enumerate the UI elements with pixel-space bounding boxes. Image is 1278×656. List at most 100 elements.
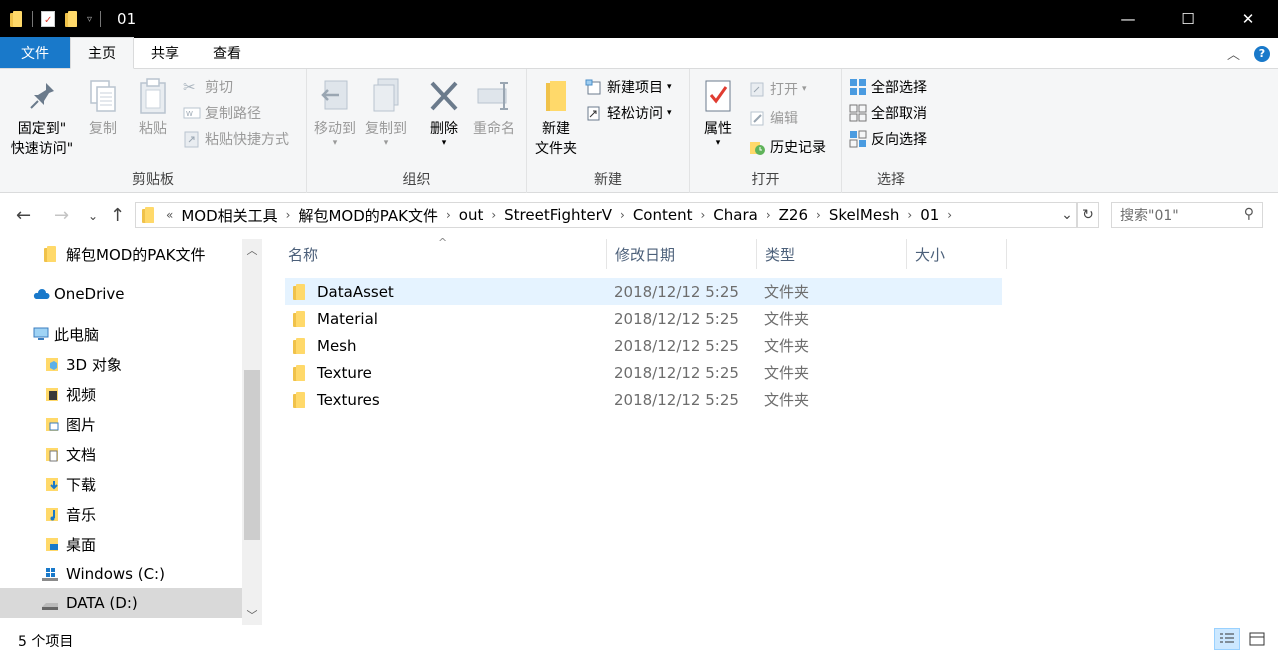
cut-button[interactable]: ✂ 剪切 — [183, 75, 233, 99]
scroll-down-chevron-icon[interactable]: ﹀ — [242, 607, 262, 623]
recent-locations-chevron-icon[interactable]: ⌄ — [88, 209, 98, 223]
maximize-button[interactable]: ☐ — [1158, 0, 1218, 38]
nav-item-drive-c[interactable]: Windows (C:) — [0, 559, 242, 589]
search-input[interactable]: 搜索"01" ⚲ — [1111, 202, 1263, 228]
nav-item-drive-d[interactable]: DATA (D:) — [0, 588, 242, 618]
scroll-up-chevron-icon[interactable]: ︿ — [242, 242, 262, 258]
nav-item-desktop[interactable]: 桌面 — [0, 529, 242, 559]
address-folder-icon — [142, 207, 156, 223]
nav-item-this-pc[interactable]: 此电脑 — [0, 319, 242, 349]
customize-qa-chevron-icon[interactable]: ▿ — [87, 14, 92, 25]
breadcrumb-chara[interactable]: Chara — [707, 206, 764, 224]
nav-item-onedrive[interactable]: OneDrive — [0, 279, 242, 309]
folder-icon — [293, 364, 307, 381]
column-header-type[interactable]: 类型 — [757, 239, 907, 269]
easy-access-button[interactable]: 轻松访问 ▾ — [585, 101, 672, 125]
large-icons-view-icon[interactable] — [1244, 628, 1270, 650]
breadcrumb-chevron-icon[interactable]: › — [814, 208, 823, 222]
nav-scrollbar[interactable]: ︿ ﹀ — [242, 239, 262, 625]
forward-arrow-icon[interactable]: → — [54, 205, 69, 226]
nav-item-downloads[interactable]: 下载 — [0, 469, 242, 499]
address-bar[interactable]: « MOD相关工具 › 解包MOD的PAK文件 › out › StreetFight… — [135, 202, 1077, 228]
breadcrumb-chevron-icon[interactable]: › — [905, 208, 914, 222]
up-arrow-icon[interactable]: ↑ — [110, 205, 125, 226]
tab-file[interactable]: 文件 — [0, 37, 70, 68]
invert-selection-button[interactable]: 反向选择 — [849, 127, 927, 151]
breadcrumb-mod-tools[interactable]: MOD相关工具 — [175, 205, 283, 226]
rename-button[interactable]: 重命名 — [468, 77, 520, 139]
nav-item-music[interactable]: 音乐 — [0, 499, 242, 529]
new-item-button[interactable]: 新建项目 ▾ — [585, 75, 672, 99]
copy-button[interactable]: 复制 — [84, 77, 122, 139]
paste-shortcut-button[interactable]: 粘贴快捷方式 — [183, 127, 289, 151]
file-row[interactable]: Material 2018/12/12 5:25 文件夹 — [285, 305, 1002, 332]
file-type: 文件夹 — [764, 337, 810, 355]
breadcrumb-unpack[interactable]: 解包MOD的PAK文件 — [292, 205, 443, 226]
copy-to-button[interactable]: 复制到 ▾ — [363, 77, 409, 148]
column-header-name[interactable]: 名称 — [280, 239, 607, 269]
properties-label: 属性 — [704, 121, 732, 137]
file-date: 2018/12/12 5:25 — [614, 390, 739, 409]
paste-button[interactable]: 粘贴 — [134, 77, 172, 139]
breadcrumb-z26[interactable]: Z26 — [773, 206, 814, 224]
breadcrumb-chevron-icon[interactable]: › — [618, 208, 627, 222]
select-all-button[interactable]: 全部选择 — [849, 75, 927, 99]
nav-item-unpack[interactable]: 解包MOD的PAK文件 — [0, 239, 242, 269]
move-to-dropdown-chevron-icon: ▾ — [332, 138, 338, 148]
file-row[interactable]: DataAsset 2018/12/12 5:25 文件夹 — [285, 278, 1002, 305]
open-button[interactable]: 打开 ▾ — [748, 77, 807, 101]
new-folder-button[interactable]: 新建 文件夹 — [531, 77, 581, 159]
breadcrumb-chevron-icon[interactable]: › — [444, 208, 453, 222]
paste-shortcut-label: 粘贴快捷方式 — [205, 132, 289, 148]
search-icon[interactable]: ⚲ — [1244, 206, 1254, 222]
breadcrumb-01[interactable]: 01 — [914, 206, 945, 224]
column-header-size[interactable]: 大小 — [907, 239, 1007, 269]
breadcrumb-content[interactable]: Content — [627, 206, 699, 224]
breadcrumb-chevron-icon[interactable]: › — [284, 208, 293, 222]
address-history-chevron-icon[interactable]: ⌄ — [1056, 202, 1078, 228]
file-name: DataAsset — [317, 282, 394, 301]
edit-button[interactable]: 编辑 — [748, 106, 798, 130]
tab-home[interactable]: 主页 — [70, 37, 134, 69]
tab-view[interactable]: 查看 — [196, 37, 258, 68]
file-row[interactable]: Mesh 2018/12/12 5:25 文件夹 — [285, 332, 1002, 359]
collapse-ribbon-chevron-icon[interactable]: ︿ — [1227, 44, 1240, 63]
pin-to-quick-access-button[interactable]: 固定到" 快速访问" — [8, 77, 76, 159]
copy-path-button[interactable]: W 复制路径 — [183, 101, 261, 125]
close-button[interactable]: ✕ — [1218, 0, 1278, 38]
move-to-button[interactable]: 移动到 ▾ — [312, 77, 358, 148]
history-button[interactable]: 历史记录 — [748, 135, 826, 159]
scrollbar-thumb[interactable] — [244, 370, 260, 540]
breadcrumb-streetfighterv[interactable]: StreetFighterV — [498, 206, 618, 224]
file-name-cell: Mesh — [293, 332, 357, 359]
file-name-cell: Textures — [293, 386, 380, 413]
select-none-button[interactable]: 全部取消 — [849, 101, 927, 125]
tab-share[interactable]: 共享 — [134, 37, 196, 68]
refresh-icon[interactable]: ↻ — [1077, 202, 1099, 228]
breadcrumb-chevron-icon[interactable]: › — [698, 208, 707, 222]
breadcrumb-chevron-icon[interactable]: › — [764, 208, 773, 222]
nav-item-documents[interactable]: 文档 — [0, 439, 242, 469]
breadcrumb-chevron-icon[interactable]: › — [945, 208, 954, 222]
help-icon[interactable]: ? — [1254, 45, 1270, 62]
divider — [100, 11, 102, 27]
back-arrow-icon[interactable]: ← — [16, 205, 31, 226]
nav-item-pictures[interactable]: 图片 — [0, 409, 242, 439]
breadcrumb-chevron-icon[interactable]: › — [489, 208, 498, 222]
minimize-button[interactable]: — — [1098, 0, 1158, 38]
properties-qa-icon[interactable]: ✓ — [41, 11, 55, 27]
nav-item-videos[interactable]: 视频 — [0, 379, 242, 409]
file-row[interactable]: Textures 2018/12/12 5:25 文件夹 — [285, 386, 1002, 413]
breadcrumb-skelmesh[interactable]: SkelMesh — [823, 206, 906, 224]
delete-button[interactable]: 删除 ▾ — [420, 77, 468, 148]
overflow-chevron[interactable]: « — [164, 208, 175, 222]
nav-item-3d-objects[interactable]: 3D 对象 — [0, 349, 242, 379]
open-label: 打开 — [770, 82, 798, 98]
breadcrumb-out[interactable]: out — [453, 206, 490, 224]
file-row[interactable]: Texture 2018/12/12 5:25 文件夹 — [285, 359, 1002, 386]
details-view-icon[interactable] — [1214, 628, 1240, 650]
delete-dropdown-chevron-icon: ▾ — [441, 138, 447, 148]
new-folder-qa-icon[interactable] — [65, 11, 79, 27]
column-header-date[interactable]: 修改日期 — [607, 239, 757, 269]
properties-button[interactable]: 属性 ▾ — [698, 77, 738, 148]
